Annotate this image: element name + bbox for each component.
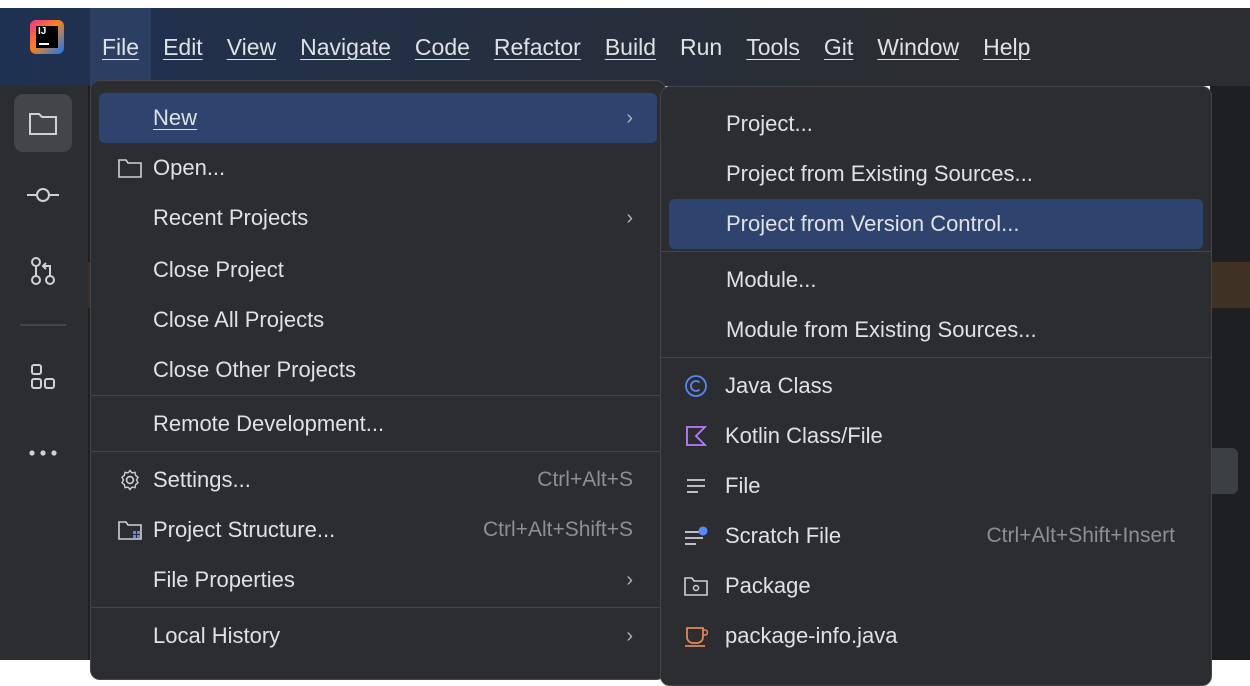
file-menu-file-properties[interactable]: File Properties › <box>99 555 657 605</box>
menu-help[interactable]: Help <box>971 8 1042 86</box>
new-file[interactable]: File <box>669 461 1203 511</box>
file-menu-project-structure[interactable]: Project Structure... Ctrl+Alt+Shift+S <box>99 505 657 555</box>
project-tool-button[interactable] <box>14 94 72 152</box>
structure-icon <box>31 364 55 389</box>
menu-item-label: Local History <box>153 623 281 648</box>
menu-item-label: New <box>153 105 198 130</box>
package-info-icon <box>683 623 709 649</box>
pull-request-icon <box>31 257 55 285</box>
more-tool-windows-button[interactable] <box>14 424 72 482</box>
editor-button[interactable] <box>1210 448 1238 494</box>
menu-item-label: Package <box>725 573 811 598</box>
new-module-from-existing-sources[interactable]: Module from Existing Sources... <box>669 305 1203 355</box>
menu-item-label: Project Structure... <box>153 517 336 542</box>
menu-item-label: Module... <box>726 267 817 292</box>
menu-item-label: Project... <box>726 111 813 136</box>
menu-item-label: Kotlin Class/File <box>725 423 883 448</box>
project-structure-icon <box>117 517 143 543</box>
chevron-right-icon: › <box>626 568 633 591</box>
file-menu-settings[interactable]: Settings... Ctrl+Alt+S <box>99 455 657 505</box>
editor-area <box>1210 86 1250 660</box>
menu-code[interactable]: Code <box>403 8 482 86</box>
menu-build[interactable]: Build <box>593 8 668 86</box>
chevron-right-icon: › <box>626 624 633 647</box>
new-project[interactable]: Project... <box>669 99 1203 149</box>
file-menu-recent-projects[interactable]: Recent Projects › <box>99 193 657 243</box>
menu-navigate[interactable]: Navigate <box>288 8 403 86</box>
commit-tool-button[interactable] <box>14 166 72 224</box>
menu-file[interactable]: File <box>90 8 152 86</box>
folder-icon <box>117 155 143 181</box>
new-project-from-version-control[interactable]: Project from Version Control... <box>669 199 1203 249</box>
shortcut-label: Ctrl+Alt+Shift+Insert <box>986 524 1176 547</box>
menu-run[interactable]: Run <box>668 8 734 86</box>
menu-item-label: Close All Projects <box>153 307 325 332</box>
file-menu-open[interactable]: Open... <box>99 143 657 193</box>
menu-item-label: Close Other Projects <box>153 357 356 382</box>
shortcut-label: Ctrl+Alt+S <box>537 468 633 491</box>
menu-item-label: Project from Version Control... <box>726 211 1020 236</box>
menu-edit[interactable]: Edit <box>151 8 215 86</box>
new-project-from-existing-sources[interactable]: Project from Existing Sources... <box>669 149 1203 199</box>
main-menubar: File Edit View Navigate Code Refactor Bu… <box>90 8 1042 86</box>
shortcut-label: Ctrl+Alt+Shift+S <box>483 518 633 541</box>
file-menu-new[interactable]: New › <box>99 93 657 143</box>
menu-item-label: Project from Existing Sources... <box>726 161 1033 186</box>
menu-item-label: Recent Projects <box>153 205 309 230</box>
pull-requests-tool-button[interactable] <box>14 242 72 300</box>
menu-window[interactable]: Window <box>865 8 971 86</box>
menu-separator <box>661 251 1211 252</box>
file-icon <box>683 473 709 499</box>
gear-icon <box>117 467 143 493</box>
menu-item-label: package-info.java <box>725 623 898 648</box>
new-submenu-popup: Project... Project from Existing Sources… <box>660 86 1212 686</box>
new-package-info-java[interactable]: package-info.java <box>669 611 1203 661</box>
menu-separator <box>91 607 665 608</box>
intellij-logo-icon[interactable]: IJ <box>30 20 64 54</box>
scratch-file-icon <box>683 523 709 549</box>
file-menu-popup: New › Open... Recent Projects › Close Pr… <box>90 80 666 680</box>
menu-item-label: Open... <box>153 155 226 180</box>
file-menu-remote-development[interactable]: Remote Development... <box>99 399 657 449</box>
kotlin-icon <box>683 423 709 449</box>
file-menu-local-history[interactable]: Local History › <box>99 611 657 661</box>
more-icon <box>29 450 57 456</box>
menu-separator <box>91 451 665 452</box>
new-java-class[interactable]: Java Class <box>669 361 1203 411</box>
new-kotlin-class-file[interactable]: Kotlin Class/File <box>669 411 1203 461</box>
menu-view[interactable]: View <box>215 8 288 86</box>
top-strip <box>0 0 1250 8</box>
package-icon <box>683 573 709 599</box>
menu-item-label: Close Project <box>153 257 284 282</box>
structure-tool-button[interactable] <box>14 348 72 406</box>
menu-refactor[interactable]: Refactor <box>482 8 593 86</box>
menu-item-label: Scratch File <box>725 523 842 548</box>
menu-item-label: Java Class <box>725 373 833 398</box>
menu-item-label: File <box>725 473 761 498</box>
editor-banner <box>1210 262 1250 308</box>
new-module[interactable]: Module... <box>669 255 1203 305</box>
tool-window-sidebar <box>0 86 88 660</box>
menu-item-label: Module from Existing Sources... <box>726 317 1037 342</box>
folder-icon <box>29 113 57 135</box>
java-class-icon <box>683 373 709 399</box>
new-scratch-file[interactable]: Scratch File Ctrl+Alt+Shift+Insert <box>669 511 1203 561</box>
chevron-right-icon: › <box>626 206 633 229</box>
menu-item-label: Remote Development... <box>153 411 385 436</box>
menu-separator <box>91 395 665 396</box>
menu-item-label: File Properties <box>153 567 295 592</box>
menu-tools[interactable]: Tools <box>734 8 812 86</box>
menu-git[interactable]: Git <box>812 8 865 86</box>
file-menu-close-project[interactable]: Close Project <box>99 245 657 295</box>
menu-item-label: Settings... <box>153 467 251 492</box>
file-menu-close-other-projects[interactable]: Close Other Projects <box>99 345 657 395</box>
menu-separator <box>661 357 1211 358</box>
new-package[interactable]: Package <box>669 561 1203 611</box>
chevron-right-icon: › <box>626 106 633 129</box>
sidebar-separator <box>20 324 66 326</box>
commit-icon <box>27 188 59 202</box>
file-menu-close-all-projects[interactable]: Close All Projects <box>99 295 657 345</box>
